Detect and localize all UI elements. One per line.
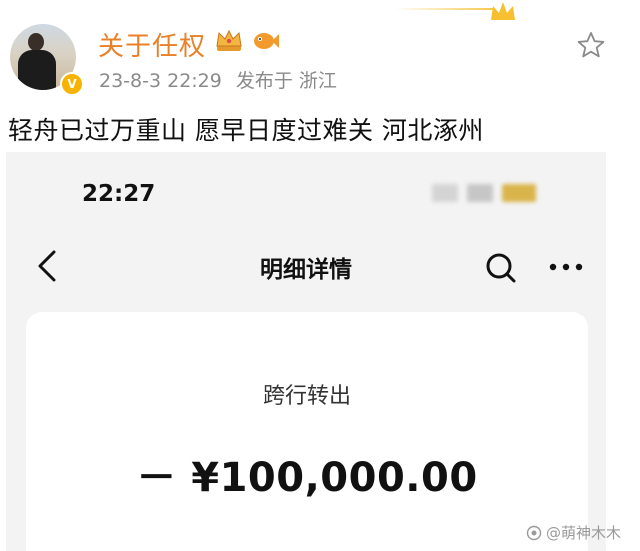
status-icons-blurred	[432, 184, 536, 204]
avatar[interactable]: V	[10, 24, 84, 96]
verified-badge: V	[60, 72, 84, 96]
search-icon[interactable]	[484, 251, 518, 285]
transaction-amount: － ¥100,000.00	[136, 455, 478, 501]
watermark-icon	[526, 525, 542, 540]
top-crown-icon	[491, 2, 515, 20]
top-decor-line	[395, 8, 495, 10]
post-date: 23-8-3 22:29	[99, 70, 222, 92]
post-source: 发布于 浙江	[235, 70, 337, 92]
username-link[interactable]: 关于任权	[98, 26, 206, 63]
status-time: 22:27	[82, 181, 156, 207]
post-meta: 23-8-3 22:29 发布于 浙江	[99, 66, 351, 93]
more-icon[interactable]	[548, 262, 584, 272]
watermark: @萌神木木	[526, 522, 621, 543]
star-icon[interactable]	[576, 30, 606, 60]
crown-badge-icon	[216, 29, 242, 51]
post-image[interactable]: 22:27 明细详情 跨行转出 － ¥100,000.00	[6, 152, 606, 551]
fish-badge-icon	[254, 33, 279, 49]
transaction-type: 跨行转出	[262, 384, 351, 409]
post-text: 轻舟已过万重山 愿早日度过难关 河北涿州	[8, 116, 484, 145]
transaction-card: 跨行转出 － ¥100,000.00	[26, 312, 588, 551]
watermark-text: @萌神木木	[546, 524, 622, 542]
